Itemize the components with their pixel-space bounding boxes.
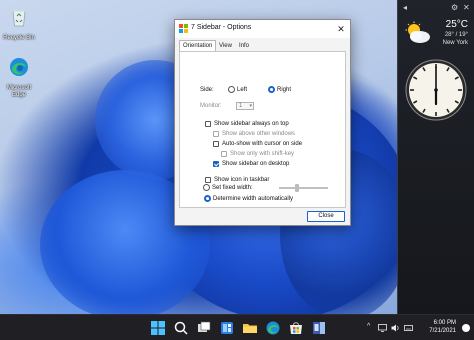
- options-dialog: 7 Sidebar - Options ✕ Orientation View I…: [174, 19, 351, 226]
- show-taskbar-checkbox[interactable]: [205, 177, 211, 183]
- only-shift-checkbox[interactable]: [221, 151, 227, 157]
- show-desktop-label: Show sidebar on desktop: [222, 161, 290, 167]
- side-left-label: Left: [237, 87, 248, 93]
- file-explorer-icon[interactable]: [242, 320, 258, 336]
- fixed-width-slider[interactable]: [279, 187, 328, 189]
- weather-gadget[interactable]: 25°C 28° / 19° New York: [402, 17, 472, 51]
- always-on-top-checkbox[interactable]: [205, 121, 211, 127]
- partly-cloudy-icon: [405, 21, 430, 43]
- above-other-label: Show above other windows: [222, 131, 296, 137]
- side-label: Side:: [200, 87, 214, 93]
- recycle-bin-icon: [12, 9, 26, 27]
- seven-sidebar: ◂ ⚙ ✕ 25°C 28° / 19° New York: [397, 0, 474, 314]
- determine-width-radio[interactable]: [204, 195, 211, 202]
- determine-width-label: Determine width automatically: [213, 196, 294, 202]
- sidebar-collapse-button[interactable]: ◂: [403, 3, 407, 12]
- desktop-icon-recycle-bin[interactable]: Recycle Bin: [2, 6, 36, 42]
- store-icon[interactable]: [288, 320, 304, 336]
- chevron-down-icon: ▾: [249, 103, 252, 109]
- weather-temperature: 25°C: [445, 19, 468, 30]
- volume-icon[interactable]: [391, 324, 400, 332]
- desktop-icon-edge[interactable]: Microsoft Edge: [2, 56, 36, 99]
- taskbar-date: 7/21/2021: [429, 328, 456, 334]
- clock-gadget[interactable]: [404, 58, 468, 122]
- tab-info[interactable]: Info: [236, 41, 252, 51]
- edge-icon: [10, 58, 28, 76]
- show-desktop-checkbox[interactable]: [213, 161, 219, 167]
- dialog-titlebar[interactable]: 7 Sidebar - Options ✕: [175, 20, 350, 38]
- taskbar-time: 6:00 PM: [433, 320, 456, 326]
- autoshow-checkbox[interactable]: [213, 141, 219, 147]
- monitor-select[interactable]: 1 ▾: [236, 102, 254, 110]
- side-right-radio[interactable]: [268, 86, 275, 93]
- above-other-checkbox[interactable]: [213, 131, 219, 137]
- show-taskbar-label: Show icon in taskbar: [214, 177, 270, 183]
- desktop-icon-label: Microsoft Edge: [6, 85, 32, 98]
- edge-icon[interactable]: [265, 320, 281, 336]
- dialog-close-icon[interactable]: ✕: [332, 20, 350, 38]
- search-icon[interactable]: [173, 320, 189, 336]
- start-icon[interactable]: [150, 320, 166, 336]
- tab-view[interactable]: View: [216, 41, 235, 51]
- taskbar: ^ 6:00 PM 7/21/2021: [0, 314, 474, 340]
- widgets-icon[interactable]: [219, 320, 235, 336]
- tab-orientation[interactable]: Orientation: [179, 40, 217, 51]
- autoshow-label: Auto-show with cursor on side: [222, 141, 303, 147]
- dialog-title: 7 Sidebar - Options: [191, 24, 252, 31]
- keyboard-icon[interactable]: [404, 324, 413, 332]
- fixed-width-radio[interactable]: [203, 184, 210, 191]
- seven-sidebar-taskbar-icon[interactable]: [311, 320, 327, 336]
- network-icon[interactable]: [378, 324, 387, 332]
- sidebar-settings-button[interactable]: ⚙: [451, 3, 458, 12]
- weather-city: New York: [442, 40, 468, 46]
- notification-icon[interactable]: [462, 324, 470, 332]
- side-right-label: Right: [277, 87, 292, 93]
- fixed-width-label: Set fixed width:: [212, 185, 253, 191]
- monitor-select-value: 1: [239, 103, 243, 109]
- only-shift-label: Show only with shift-key: [230, 151, 295, 157]
- weather-range: 28° / 19°: [444, 32, 468, 38]
- sidebar-toolbar: ◂ ⚙ ✕: [398, 3, 474, 13]
- close-button[interactable]: Close: [307, 211, 345, 222]
- always-on-top-label: Show sidebar always on top: [214, 121, 289, 127]
- sidebar-close-button[interactable]: ✕: [463, 3, 470, 12]
- side-left-radio[interactable]: [228, 86, 235, 93]
- tray-overflow-chevron[interactable]: ^: [367, 323, 370, 330]
- fixed-width-slider-thumb[interactable]: [295, 184, 299, 192]
- desktop-icon-label: Recycle Bin: [3, 35, 35, 41]
- monitor-label: Monitor:: [200, 103, 222, 109]
- taskbar-clock[interactable]: 6:00 PM 7/21/2021: [429, 319, 456, 335]
- task-view-icon[interactable]: [196, 320, 212, 336]
- sidebar-app-icon: [179, 24, 188, 33]
